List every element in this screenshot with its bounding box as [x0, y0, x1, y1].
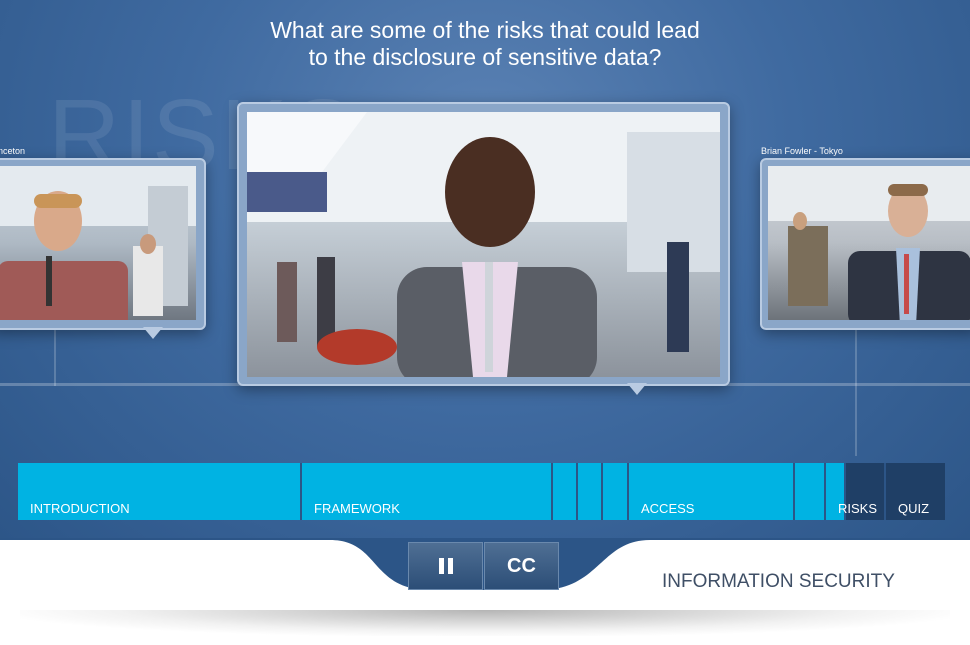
left-video-person-image [0, 166, 196, 320]
right-video-thumbnail[interactable] [760, 158, 970, 330]
nav-framework-label: FRAMEWORK [314, 501, 400, 516]
nav-section[interactable] [578, 463, 603, 520]
question-text: What are some of the risks that could le… [200, 17, 770, 71]
nav-access[interactable]: ACCESS [629, 463, 795, 520]
timeline-tick [855, 326, 857, 456]
pause-icon [438, 558, 453, 574]
pause-button[interactable] [408, 542, 483, 590]
nav-introduction-label: INTRODUCTION [30, 501, 130, 516]
question-line-2: to the disclosure of sensitive data? [308, 44, 662, 70]
nav-risks-label: RISKS [838, 501, 878, 516]
footer-shadow [20, 610, 950, 636]
nav-quiz-label: QUIZ [898, 501, 930, 516]
main-video-speaker-image [247, 112, 720, 377]
left-video-frame [0, 166, 196, 320]
left-video-caption: nceton [0, 146, 26, 156]
timeline-tick [54, 326, 56, 386]
left-video-thumbnail[interactable] [0, 158, 206, 330]
question-line-1: What are some of the risks that could le… [270, 17, 700, 43]
right-video-frame [768, 166, 970, 320]
nav-framework[interactable]: FRAMEWORK [302, 463, 553, 520]
nav-risks[interactable]: RISKS [838, 463, 886, 520]
main-video-player[interactable] [237, 102, 730, 386]
left-video-pointer [143, 327, 163, 339]
nav-section[interactable] [795, 463, 826, 520]
nav-introduction[interactable]: INTRODUCTION [18, 463, 302, 520]
nav-access-label: ACCESS [641, 501, 695, 516]
nav-section[interactable] [603, 463, 629, 520]
nav-quiz[interactable]: QUIZ [886, 463, 945, 520]
right-video-caption: Brian Fowler - Tokyo [761, 146, 843, 156]
closed-captions-label: CC [507, 554, 536, 577]
main-video-frame [247, 112, 720, 377]
closed-captions-button[interactable]: CC [484, 542, 559, 590]
main-video-pointer [627, 383, 647, 395]
brand-title: INFORMATION SECURITY [662, 571, 895, 592]
nav-section[interactable] [553, 463, 578, 520]
right-video-person-image [768, 166, 970, 320]
